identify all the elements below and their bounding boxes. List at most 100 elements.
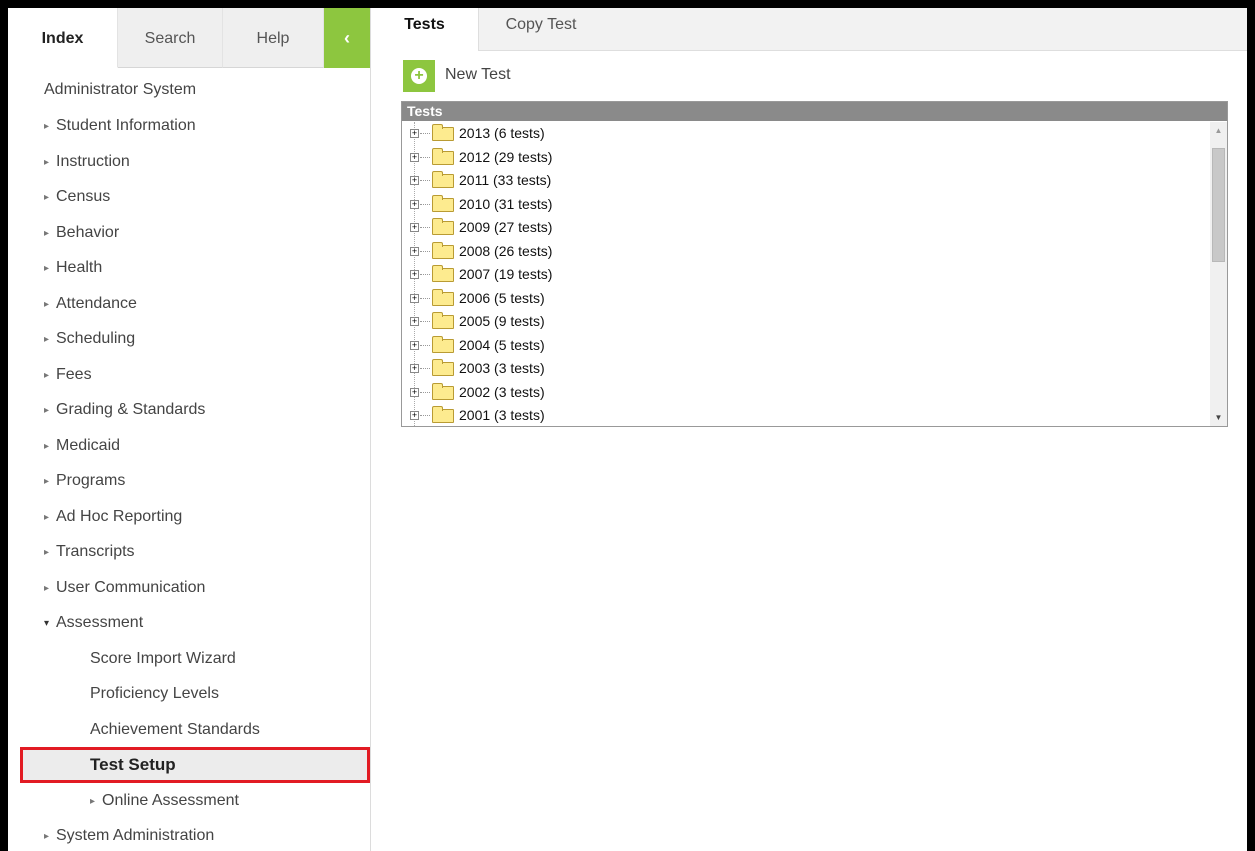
tree-item-2009[interactable]: +2009 (27 tests): [402, 216, 1216, 240]
nav-item-behavior[interactable]: ▸ Behavior: [8, 215, 370, 251]
folder-icon: [432, 241, 454, 259]
nav-item-system-administration[interactable]: ▸ System Administration: [8, 818, 370, 851]
add-icon: +: [403, 60, 435, 92]
nav-item-fees[interactable]: ▸ Fees: [8, 357, 370, 393]
nav-item-transcripts[interactable]: ▸ Transcripts: [8, 534, 370, 570]
nav-item-health[interactable]: ▸ Health: [8, 250, 370, 286]
tree-item-2008[interactable]: +2008 (26 tests): [402, 240, 1216, 264]
folder-icon: [432, 359, 454, 376]
nav-title: Administrator System: [44, 81, 197, 98]
tree-item-label: 2012 (29 tests): [459, 148, 553, 165]
tree-item-2012[interactable]: +2012 (29 tests): [402, 146, 1216, 170]
nav-item-label: Ad Hoc Reporting: [56, 507, 183, 525]
tree-item-label: 2006 (5 tests): [459, 289, 545, 306]
tree-item-2011[interactable]: +2011 (33 tests): [402, 169, 1216, 193]
tree-item-label: 2001 (3 tests): [459, 407, 545, 423]
tab-index[interactable]: Index: [8, 8, 118, 68]
nav-item-label: Test Setup: [90, 755, 176, 774]
nav-item-label: Achievement Standards: [90, 720, 260, 738]
nav-item-label: Transcripts: [56, 543, 135, 560]
tab-search[interactable]: Search: [118, 8, 223, 68]
expand-icon[interactable]: +: [410, 364, 419, 373]
nav-item-scheduling[interactable]: ▸ Scheduling: [8, 321, 370, 357]
nav-item-label: Instruction: [56, 152, 130, 170]
folder-icon: [432, 171, 454, 188]
expand-icon[interactable]: +: [410, 246, 419, 256]
nav-item-census[interactable]: ▸ Census: [8, 179, 370, 215]
expand-icon[interactable]: +: [410, 317, 419, 326]
tests-tree: +2013 (6 tests) +2012 (29 tests) +2011 (…: [402, 122, 1216, 426]
expand-icon[interactable]: +: [410, 152, 419, 162]
collapse-sidebar-button[interactable]: ‹: [324, 8, 370, 68]
tree-item-2001[interactable]: +2001 (3 tests): [402, 404, 1216, 426]
nav-item-score-import-wizard[interactable]: Score Import Wizard: [8, 641, 370, 677]
tree-item-2002[interactable]: +2002 (3 tests): [402, 381, 1216, 405]
folder-icon: [432, 288, 454, 306]
folder-icon: [432, 406, 454, 423]
expand-icon[interactable]: +: [410, 199, 419, 209]
expand-icon[interactable]: +: [410, 176, 419, 185]
tab-tests[interactable]: Tests: [371, 8, 479, 51]
expand-icon[interactable]: +: [410, 223, 419, 232]
scroll-down-icon[interactable]: ▼: [1210, 409, 1227, 426]
nav-item-instruction[interactable]: ▸ Instruction: [8, 144, 370, 180]
tree-item-2003[interactable]: +2003 (3 tests): [402, 357, 1216, 381]
main-tabs: Tests Copy Test: [371, 8, 1247, 51]
nav-item-medicaid[interactable]: ▸ Medicaid: [8, 428, 370, 464]
tests-tree-panel: Tests +2013 (6 tests) +2012 (29 tests) +…: [401, 101, 1228, 427]
nav-item-proficiency-levels[interactable]: Proficiency Levels: [8, 676, 370, 712]
tree-item-label: 2002 (3 tests): [459, 383, 545, 400]
nav-item-label: Scheduling: [56, 330, 136, 347]
folder-icon: [432, 312, 454, 329]
tree-item-2013[interactable]: +2013 (6 tests): [402, 122, 1216, 146]
expand-icon[interactable]: +: [410, 129, 419, 138]
nav-item-attendance[interactable]: ▸ Attendance: [8, 286, 370, 322]
tab-copy-test[interactable]: Copy Test: [479, 8, 603, 50]
tree-item-2006[interactable]: +2006 (5 tests): [402, 287, 1216, 311]
folder-icon: [432, 147, 454, 165]
triangle-right-icon: ▸: [44, 227, 50, 239]
nav-item-grading-standards[interactable]: ▸ Grading & Standards: [8, 392, 370, 428]
triangle-right-icon: ▸: [44, 298, 50, 310]
folder-icon: [432, 124, 454, 141]
nav-item-test-setup[interactable]: Test Setup: [20, 747, 370, 783]
nav-item-user-communication[interactable]: ▸ User Communication: [8, 570, 370, 606]
nav-item-ad-hoc-reporting[interactable]: ▸ Ad Hoc Reporting: [8, 499, 370, 535]
nav-item-online-assessment[interactable]: ▸ Online Assessment: [8, 783, 370, 819]
triangle-right-icon: ▸: [44, 192, 50, 203]
folder-icon: [432, 335, 454, 353]
tree-item-2005[interactable]: +2005 (9 tests): [402, 310, 1216, 334]
main-content: Tests Copy Test + New Test Tests +2013 (…: [371, 8, 1247, 851]
folder-icon: [432, 218, 454, 235]
expand-icon[interactable]: +: [410, 387, 419, 397]
triangle-right-icon: ▸: [44, 263, 50, 274]
nav-item-label: Assessment: [56, 614, 144, 631]
scrollbar-thumb[interactable]: [1212, 148, 1225, 262]
tree-item-2007[interactable]: +2007 (19 tests): [402, 263, 1216, 287]
expand-icon[interactable]: +: [410, 293, 419, 303]
scroll-up-icon[interactable]: ▲: [1210, 122, 1227, 139]
nav-list: ▸ Student Information ▸ Instruction ▸ Censu…: [8, 108, 370, 851]
tree-scrollbar[interactable]: ▲ ▼: [1210, 122, 1227, 426]
tree-item-2004[interactable]: +2004 (5 tests): [402, 334, 1216, 358]
nav-item-student-information[interactable]: ▸ Student Information: [8, 108, 370, 144]
nav-item-label: Behavior: [56, 223, 120, 241]
triangle-right-icon: ▸: [44, 405, 50, 416]
tree-item-2010[interactable]: +2010 (31 tests): [402, 193, 1216, 217]
nav-item-label: Student Information: [56, 117, 196, 134]
nav-item-label: Medicaid: [56, 436, 121, 454]
nav-item-label: Programs: [56, 472, 126, 489]
expand-icon[interactable]: +: [410, 411, 419, 420]
tree-item-label: 2007 (19 tests): [459, 266, 553, 282]
nav-item-label: Health: [56, 259, 103, 276]
tab-help[interactable]: Help: [223, 8, 324, 68]
triangle-right-icon: ▸: [44, 582, 50, 594]
nav-item-programs[interactable]: ▸ Programs: [8, 463, 370, 499]
nav-item-label: Fees: [56, 365, 92, 383]
sidebar: Index Search Help ‹ Administrator System…: [8, 8, 371, 851]
sidebar-tabs: Index Search Help ‹: [8, 8, 370, 68]
expand-icon[interactable]: +: [410, 270, 419, 279]
nav-item-assessment[interactable]: ▾ Assessment: [8, 605, 370, 641]
expand-icon[interactable]: +: [410, 340, 419, 350]
nav-item-achievement-standards[interactable]: Achievement Standards: [8, 712, 370, 748]
